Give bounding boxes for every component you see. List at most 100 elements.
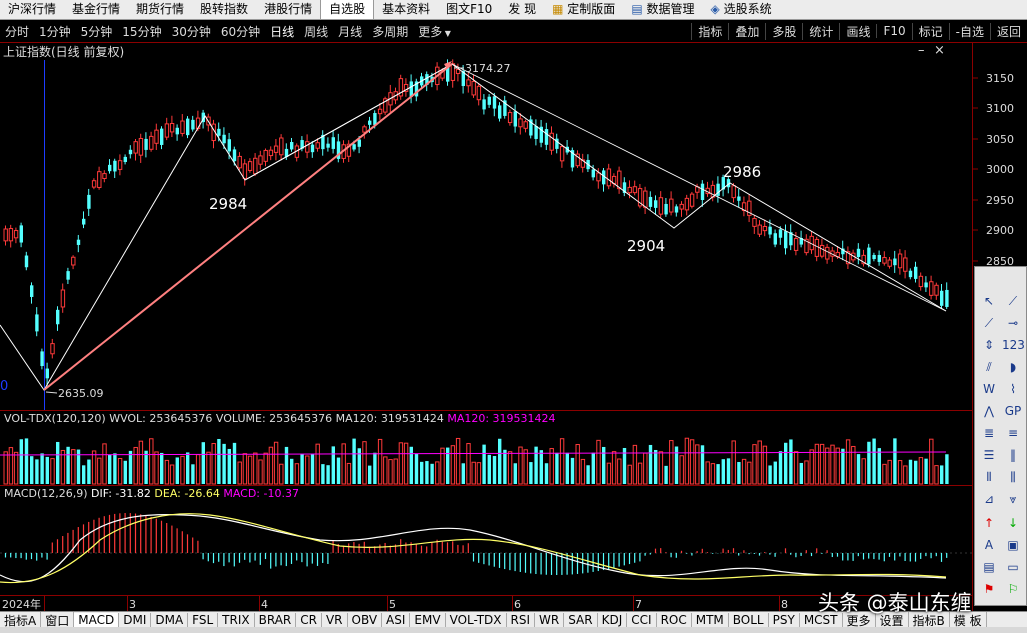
- zigzag-tool-icon[interactable]: ⌇: [1002, 379, 1024, 399]
- fib-retrace-tool-icon[interactable]: ≣: [978, 423, 1000, 443]
- tab-cr[interactable]: CR: [296, 613, 322, 627]
- gold-partition-tool-icon[interactable]: GP: [1002, 401, 1024, 421]
- tab-psy[interactable]: PSY: [769, 613, 800, 627]
- tab-boll[interactable]: BOLL: [729, 613, 769, 627]
- candle: [253, 157, 258, 175]
- tab-vol-tdx[interactable]: VOL-TDX: [446, 613, 507, 627]
- arc-tool-icon[interactable]: ◗: [1002, 357, 1024, 377]
- volume-bar: [940, 465, 944, 484]
- volume-bar: [102, 443, 107, 485]
- tab-trix[interactable]: TRIX: [218, 613, 255, 627]
- tab-macd[interactable]: MACD: [74, 613, 120, 627]
- candle: [731, 185, 736, 199]
- candle: [186, 118, 190, 136]
- volume-bar: [559, 438, 565, 485]
- candle: [658, 197, 664, 215]
- channel-upper: [244, 63, 453, 181]
- tab-cci[interactable]: CCI: [627, 613, 657, 627]
- volume-bar: [232, 442, 237, 484]
- volume-bar: [658, 451, 664, 485]
- volume-bar: [586, 465, 590, 484]
- cycle-line-tool-icon[interactable]: ‖: [1002, 445, 1024, 465]
- w-pattern-tool-icon[interactable]: W: [978, 379, 1000, 399]
- candle: [450, 63, 456, 81]
- tab-mtm[interactable]: MTM: [692, 613, 729, 627]
- tab-indicator-a[interactable]: 指标A: [0, 611, 42, 629]
- volume-bar: [169, 464, 175, 485]
- candle: [191, 119, 195, 130]
- wave-count-tool-icon[interactable]: 123: [1002, 335, 1025, 355]
- ray-tool-icon[interactable]: ⟋: [978, 313, 1000, 333]
- candle: [108, 164, 112, 172]
- vertical-line-tool-icon[interactable]: ⇕: [978, 335, 1000, 355]
- volume-bar: [383, 456, 388, 485]
- gann-fan-tool-icon[interactable]: ⩔: [1002, 489, 1024, 509]
- tab-obv[interactable]: OBV: [348, 613, 383, 627]
- volume-bar: [175, 457, 179, 484]
- point-2986: 2986: [723, 163, 761, 181]
- candle: [362, 126, 367, 133]
- candle: [175, 127, 179, 135]
- candle: [97, 171, 102, 188]
- candle: [180, 120, 185, 134]
- tab-kdj[interactable]: KDJ: [598, 613, 628, 627]
- volume-bar: [555, 452, 559, 484]
- percent-line-tool-icon[interactable]: ≡: [1002, 423, 1024, 443]
- candle: [30, 285, 34, 297]
- note-tool-icon[interactable]: ▤: [978, 557, 1000, 577]
- time-zone-tool-icon[interactable]: ⫼: [1002, 467, 1024, 487]
- fib-time-tool-icon[interactable]: ⦀: [978, 467, 1000, 487]
- ytick-2950: 2950: [986, 194, 1014, 207]
- tab-window[interactable]: 窗口: [41, 611, 75, 629]
- volume-bar: [435, 461, 440, 485]
- m-pattern-tool-icon[interactable]: ⋀: [978, 401, 1000, 421]
- candle: [918, 275, 924, 288]
- text-tool-icon[interactable]: A: [978, 535, 1000, 555]
- tab-wr[interactable]: WR: [535, 613, 565, 627]
- tab-vr[interactable]: VR: [322, 613, 348, 627]
- ytick-3050: 3050: [986, 133, 1014, 146]
- candle: [492, 96, 497, 109]
- candle: [914, 266, 918, 279]
- tab-asi[interactable]: ASI: [382, 613, 411, 627]
- up-arrow-tool-icon[interactable]: ↑: [978, 513, 1000, 533]
- candle: [273, 145, 279, 153]
- tab-sar[interactable]: SAR: [564, 613, 598, 627]
- horizontal-ray-tool-icon[interactable]: ⊸: [1002, 313, 1024, 333]
- volume-bar: [934, 465, 939, 485]
- ruler-tool-icon[interactable]: ▭: [1002, 557, 1024, 577]
- tab-emv[interactable]: EMV: [410, 613, 446, 627]
- down-arrow-tool-icon[interactable]: ↓: [1002, 513, 1024, 533]
- flag-down-tool-icon[interactable]: ⚐: [1002, 579, 1024, 599]
- speed-fan-tool-icon[interactable]: ⊿: [978, 489, 1000, 509]
- candle: [617, 170, 622, 190]
- candle: [606, 168, 612, 187]
- volume-bar: [341, 443, 346, 485]
- line-segment-tool-icon[interactable]: ⟋: [1002, 291, 1024, 311]
- volume-bar: [507, 451, 513, 485]
- volume-bar: [60, 449, 66, 485]
- cursor-tool-icon[interactable]: ↖: [978, 291, 1000, 311]
- candle: [117, 160, 123, 170]
- flag-up-tool-icon[interactable]: ⚑: [978, 579, 1000, 599]
- volume-bar: [113, 453, 117, 484]
- ytick-3150: 3150: [986, 72, 1014, 85]
- volume-bar: [768, 465, 772, 484]
- tab-fsl[interactable]: FSL: [188, 613, 219, 627]
- rectangle-tool-icon[interactable]: ▣: [1002, 535, 1024, 555]
- band-tool-icon[interactable]: ☰: [978, 445, 1000, 465]
- tab-brar[interactable]: BRAR: [255, 613, 297, 627]
- parallel-line-tool-icon[interactable]: ⫽: [978, 357, 1000, 377]
- tab-dmi[interactable]: DMI: [119, 613, 152, 627]
- volume-bar: [611, 451, 617, 485]
- tab-dma[interactable]: DMA: [151, 613, 189, 627]
- volume-bar: [809, 449, 814, 485]
- volume-bar: [123, 460, 127, 484]
- candle: [627, 186, 632, 194]
- tab-roc[interactable]: ROC: [657, 613, 692, 627]
- volume-bar: [3, 451, 8, 485]
- tab-rsi[interactable]: RSI: [507, 613, 536, 627]
- volume-bar: [637, 462, 643, 485]
- candle: [138, 137, 144, 156]
- low-pointer: [45, 391, 58, 394]
